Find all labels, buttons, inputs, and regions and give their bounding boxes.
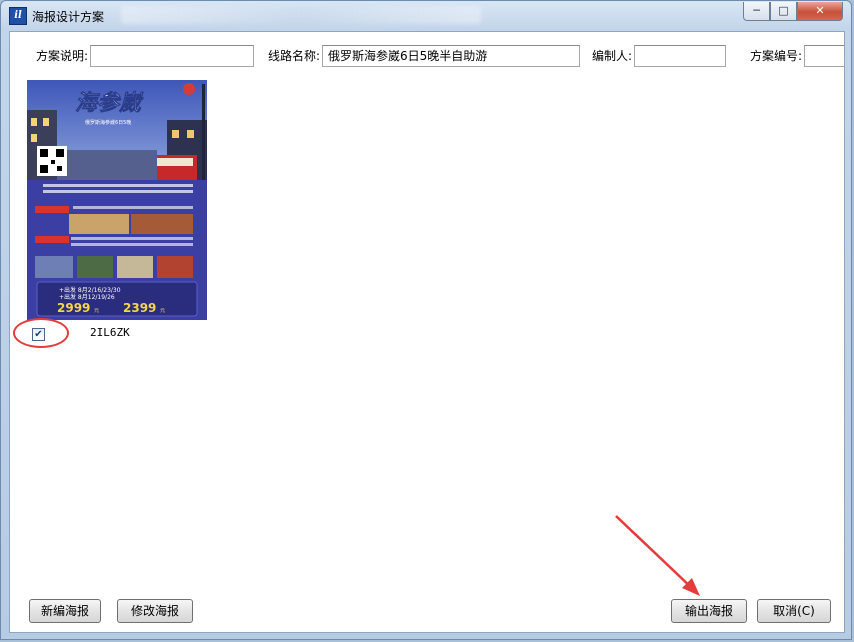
minimize-button[interactable]: ─ (743, 2, 770, 21)
poster-code-label: 2IL6ZK (90, 326, 130, 339)
poster-image: 海参崴 俄罗斯海参崴6日5晚 +出发 8月2/16/23/30 +出发 8月12… (27, 80, 207, 320)
close-button[interactable]: ✕ (797, 2, 843, 21)
poster-price-1: 2999 (57, 301, 90, 315)
scheme-desc-input[interactable] (90, 45, 254, 67)
export-poster-button[interactable]: 输出海报 (671, 599, 747, 623)
poster-price-2-unit: 元 (160, 308, 165, 314)
poster-date-line-2: +出发 8月12/19/26 (59, 293, 115, 301)
title-bar: il 海报设计方案 ─ □ ✕ (1, 1, 851, 29)
poster-price-2: 2399 (123, 301, 156, 315)
poster-title: 海参崴 (75, 90, 144, 116)
poster-select-checkbox[interactable]: ✔ (32, 328, 45, 341)
scheme-no-label: 方案编号: (750, 49, 803, 63)
annotation-arrow-icon (615, 515, 700, 596)
new-poster-button[interactable]: 新编海报 (29, 599, 101, 623)
route-name-input[interactable]: 俄罗斯海参崴6日5晚半自助游 (322, 45, 580, 67)
app-icon: il (9, 7, 27, 25)
scheme-desc-label: 方案说明: (36, 49, 89, 63)
poster-design-window: il 海报设计方案 ─ □ ✕ 方案说明: 线路名称: 俄罗斯海参崴6日5晚半自… (0, 0, 852, 640)
edit-poster-button[interactable]: 修改海报 (117, 599, 193, 623)
poster-thumbnail[interactable]: 海参崴 俄罗斯海参崴6日5晚 +出发 8月2/16/23/30 +出发 8月12… (27, 80, 207, 320)
scheme-no-input[interactable] (804, 45, 844, 67)
cancel-button[interactable]: 取消(C) (757, 599, 831, 623)
editor-label: 编制人: (592, 49, 633, 63)
poster-date-line-1: +出发 8月2/16/23/30 (59, 286, 121, 294)
route-name-label: 线路名称: (268, 49, 321, 63)
poster-price-1-unit: 元 (94, 308, 99, 314)
maximize-button[interactable]: □ (770, 2, 797, 21)
client-area: 方案说明: 线路名称: 俄罗斯海参崴6日5晚半自助游 编制人: 方案编号: 海参… (9, 31, 845, 633)
window-title: 海报设计方案 (32, 10, 105, 24)
poster-subtitle: 俄罗斯海参崴6日5晚 (85, 119, 131, 126)
blurred-title-area (121, 6, 481, 24)
editor-input[interactable] (634, 45, 726, 67)
